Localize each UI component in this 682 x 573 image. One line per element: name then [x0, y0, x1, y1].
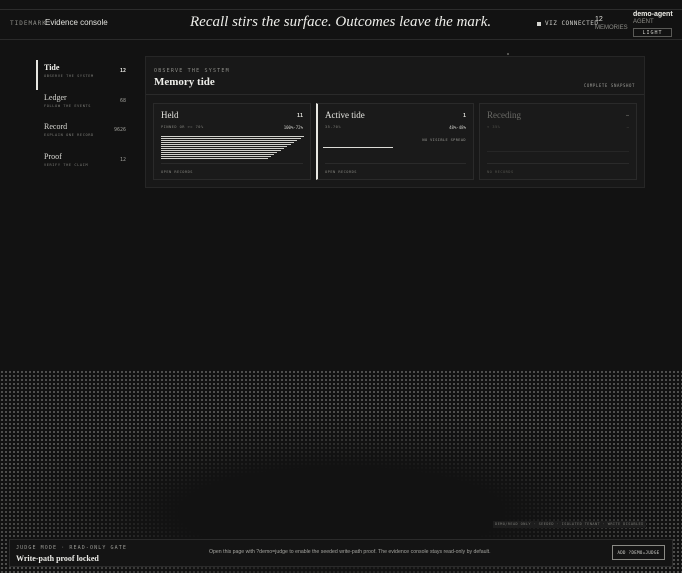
theme-toggle-button[interactable]: LIGHT	[633, 28, 672, 37]
memory-count: 12	[595, 16, 603, 23]
agent-name: demo-agent	[633, 11, 673, 18]
card-range: 48%-48%	[449, 125, 466, 130]
memory-tide-panel: OBSERVE THE SYSTEM Memory tide COMPLETE …	[145, 56, 645, 188]
app-title: Evidence console	[45, 18, 108, 27]
held-strength-bar	[161, 154, 274, 155]
judge-mode-description: Open this page with ?demo=judge to enabl…	[209, 549, 491, 555]
card-range: —	[626, 125, 629, 130]
page-title: Memory tide	[154, 76, 215, 88]
card-title: Active tide	[325, 110, 365, 120]
snapshot-badge: COMPLETE SNAPSHOT	[583, 83, 635, 88]
card-title: Held	[161, 110, 179, 120]
card-count: 11	[296, 113, 303, 119]
open-records-link[interactable]: OPEN RECORDS	[161, 170, 193, 174]
sidebar-item-count: 12	[119, 156, 126, 163]
card-count: —	[625, 113, 629, 119]
tide-card-active[interactable]: Active tide 1 35-70% 48%-48% NO VISIBLE …	[316, 103, 474, 180]
judge-mode-bar: JUDGE MODE · READ-ONLY GATE Write-path p…	[9, 539, 673, 567]
sidebar-item-label: Ledger	[44, 92, 67, 102]
held-strength-bar	[161, 140, 297, 141]
panel-eyebrow: OBSERVE THE SYSTEM	[154, 68, 230, 74]
held-strength-bar	[161, 152, 277, 153]
status-label: VIZ CONNECTED	[545, 20, 599, 27]
sidebar-item-subtitle: OBSERVE THE SYSTEM	[44, 74, 94, 78]
card-title: Receding	[487, 110, 521, 120]
sidebar-item-label: Proof	[44, 151, 62, 161]
card-threshold: < 35%	[487, 125, 501, 129]
held-strength-bar	[161, 156, 271, 157]
divider	[161, 163, 303, 164]
add-demo-judge-button[interactable]: ADD ?DEMO=JUDGE	[612, 545, 665, 560]
decorative-dot	[507, 53, 509, 55]
sidebar-item-tide[interactable]: Tide OBSERVE THE SYSTEM 12	[36, 60, 128, 90]
card-range: 100%-72%	[283, 125, 303, 130]
sidebar-item-record[interactable]: Record EXPLAIN ONE RECORD 9626	[36, 119, 128, 149]
divider	[146, 94, 644, 95]
judge-mode-title: Write-path proof locked	[16, 554, 99, 563]
held-strength-bar	[161, 142, 294, 143]
sidebar-item-count: 9626	[113, 127, 126, 133]
held-strength-bar	[161, 158, 268, 159]
sidebar-item-subtitle: VERIFY THE CLAIM	[44, 162, 89, 167]
card-count: 1	[462, 113, 466, 119]
sidebar-item-subtitle: FOLLOW THE EVENTS	[44, 103, 91, 108]
top-rule	[0, 9, 682, 10]
status-dot-icon	[537, 21, 541, 26]
card-threshold: PINNED OR >= 70%	[161, 125, 204, 129]
sidebar-item-label: Tide	[44, 63, 60, 72]
sidebar-item-proof[interactable]: Proof VERIFY THE CLAIM 12	[36, 149, 128, 179]
receding-empty-bar	[487, 151, 629, 152]
card-threshold: 35-70%	[325, 125, 341, 129]
held-strength-bar	[161, 146, 287, 147]
sidebar-nav: Tide OBSERVE THE SYSTEM 12 Ledger FOLLOW…	[36, 60, 128, 178]
judge-mode-eyebrow: JUDGE MODE · READ-ONLY GATE	[16, 545, 127, 551]
divider	[487, 163, 629, 164]
top-bar: TIDEMARK Evidence console Recall stirs t…	[0, 0, 682, 40]
held-strength-bar	[161, 150, 281, 151]
memory-label: MEMORIES	[595, 25, 628, 31]
held-strength-bar	[161, 148, 284, 149]
tide-card-held[interactable]: Held 11 PINNED OR >= 70% 100%-72% OPEN R…	[153, 103, 311, 180]
held-strength-bar	[161, 138, 301, 139]
active-tide-bar	[323, 147, 393, 148]
sidebar-item-count: 68	[119, 97, 126, 104]
divider	[325, 163, 466, 164]
sidebar-item-count: 12	[119, 68, 126, 74]
no-records-label: NO RECORDS	[487, 170, 514, 174]
sidebar-item-subtitle: EXPLAIN ONE RECORD	[44, 133, 94, 137]
tagline: Recall stirs the surface. Outcomes leave…	[190, 14, 492, 30]
agent-role: AGENT	[633, 19, 654, 25]
brand-logo[interactable]: TIDEMARK	[10, 20, 47, 27]
connection-status: VIZ CONNECTED	[537, 20, 598, 27]
held-strength-bars	[161, 136, 307, 160]
tide-card-receding[interactable]: Receding — < 35% — NO RECORDS	[479, 103, 637, 180]
held-strength-bar	[161, 136, 304, 137]
held-strength-bar	[161, 144, 291, 145]
demo-status-note: DEMO/READ ONLY · SEEDED · ISOLATED TENAN…	[493, 521, 646, 528]
sidebar-item-ledger[interactable]: Ledger FOLLOW THE EVENTS 68	[36, 90, 128, 120]
card-note: NO VISIBLE SPREAD	[422, 138, 466, 142]
open-records-link[interactable]: OPEN RECORDS	[325, 170, 357, 174]
